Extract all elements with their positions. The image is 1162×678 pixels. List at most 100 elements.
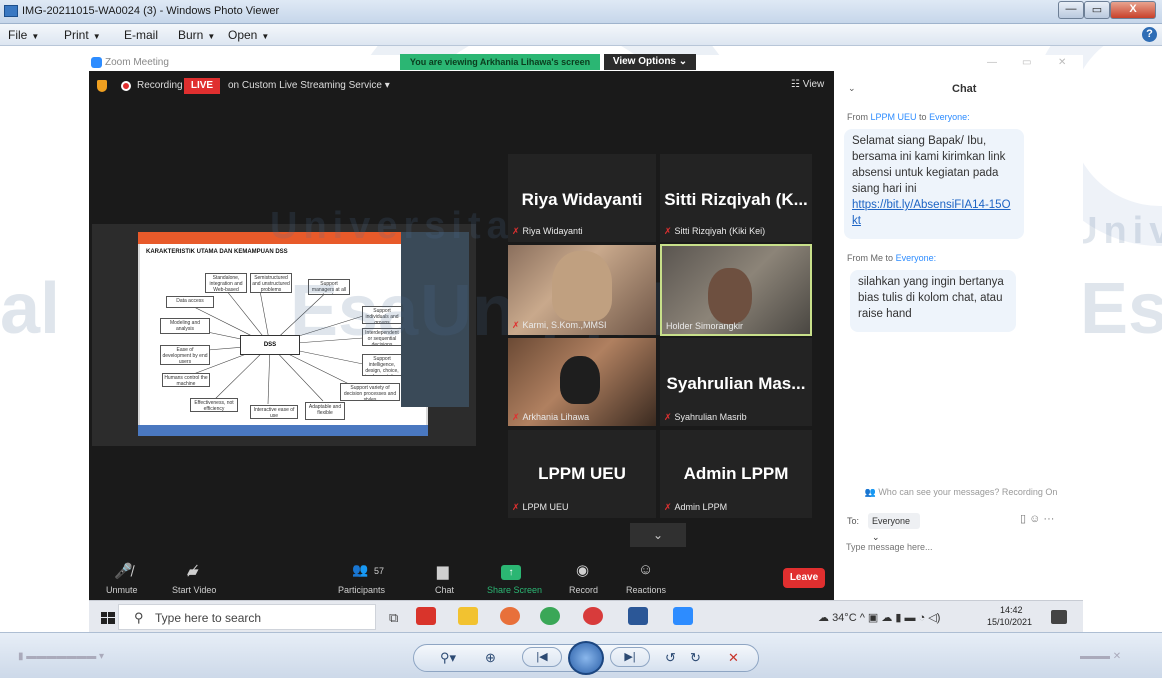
slide-box: Ease of development by end users (160, 345, 210, 365)
menu-burn[interactable]: Burn ▼ (178, 28, 215, 42)
weather-icon: ☁ (818, 612, 833, 624)
video-off-icon[interactable]: ▰̸ (187, 562, 199, 580)
participant-tile[interactable]: Admin LPPM ✗ Admin LPPM (660, 430, 812, 518)
weather-temp[interactable]: 34°C (832, 612, 857, 624)
chat-icon[interactable]: ▆ (437, 562, 449, 580)
menu-print-label: Print (64, 28, 89, 42)
acrobat-icon[interactable] (416, 607, 436, 625)
slide-box: Effectiveness, not efficiency (190, 398, 238, 412)
chat-collapse-icon[interactable]: ⌄ (848, 83, 856, 94)
task-view-icon[interactable]: ⧉ (389, 610, 398, 626)
participant-video-active[interactable]: Holder Simorangkir (660, 244, 812, 336)
reactions-icon[interactable]: ☺ (638, 561, 653, 578)
chrome-icon[interactable] (540, 607, 560, 625)
participant-name: Syahrulian Mas... (666, 374, 806, 393)
participants-icon[interactable]: 👥 (352, 562, 368, 578)
notification-icon[interactable] (1051, 610, 1067, 624)
participant-name: Admin LPPM (683, 464, 789, 483)
menu-print[interactable]: Print ▼ (64, 28, 101, 42)
share-screen-button[interactable]: Share Screen (487, 585, 542, 595)
slideshow-button[interactable] (568, 641, 604, 675)
taskbar-search-placeholder[interactable]: Type here to search (155, 611, 261, 625)
record-icon[interactable]: ◉ (576, 561, 589, 579)
mic-muted-icon[interactable]: 🎤̸ (114, 562, 133, 580)
zoom-icon[interactable]: ⚲▾ (440, 650, 456, 666)
participant-name: Sitti Rizqiyah (K... (664, 190, 808, 209)
participant-video[interactable]: ✗ Arkhania Lihawa (508, 338, 656, 426)
gallery-next-button[interactable]: ⌄ (630, 523, 686, 547)
participant-tile[interactable]: Riya Widayanti ✗ Riya Widayanti (508, 154, 656, 242)
chat-message-header: From LPPM UEU to Everyone: (847, 112, 970, 122)
recording-label: Recording (137, 80, 183, 91)
participant-name: Riya Widayanti (521, 190, 643, 209)
more-icon[interactable]: ··· (1043, 513, 1054, 525)
close-button[interactable]: X (1110, 1, 1156, 19)
recipient-name: Everyone: (895, 253, 937, 263)
blurred-taskbar-item: ▬▬▬ ✕ (1080, 651, 1122, 662)
previous-button[interactable]: |◀ (522, 647, 562, 667)
sender-name: Me (870, 253, 884, 263)
word-icon[interactable] (628, 607, 648, 625)
slide-footer-bar (138, 425, 428, 436)
rotate-left-icon[interactable]: ↺ (665, 650, 676, 666)
to-word: to (919, 112, 927, 122)
app-icon[interactable] (583, 607, 603, 625)
participant-tile[interactable]: Sitti Rizqiyah (K... ✗ Sitti Rizqiyah (Ki… (660, 154, 812, 242)
menu-open-label: Open (228, 28, 258, 42)
tray-icons[interactable]: ^ ▣ ☁ ▮ ▬ ◔ ◁) (860, 612, 941, 624)
view-button[interactable]: ☷ View (791, 79, 824, 90)
mic-muted-icon: ✗ (512, 320, 520, 330)
photo-viewer-app-icon (4, 5, 18, 17)
participant-label: ✗ Karmi, S.Kom.,MMSI (512, 320, 607, 331)
chat-visibility-hint[interactable]: 👥 Who can see your messages? Recording O… (846, 487, 1076, 498)
participant-name: LPPM UEU (538, 464, 626, 483)
live-stream-menu[interactable]: on Custom Live Streaming Service ▾ (228, 80, 390, 91)
emoji-icon[interactable]: ☺ (1029, 513, 1040, 525)
chat-button[interactable]: Chat (435, 585, 454, 595)
minimize-icon[interactable]: — (987, 57, 997, 68)
menu-open[interactable]: Open ▼ (228, 28, 269, 42)
record-button[interactable]: Record (569, 585, 598, 595)
clock-date[interactable]: 15/10/2021 (987, 617, 1032, 627)
recipient-name: Everyone: (929, 112, 970, 122)
chat-message-text: Selamat siang Bapak/ Ibu, bersama ini ka… (852, 135, 1006, 195)
next-button[interactable]: ▶| (610, 647, 650, 667)
start-video-button[interactable]: Start Video (172, 585, 216, 595)
participants-button[interactable]: Participants (338, 585, 385, 595)
chat-message-text: silahkan yang ingin bertanya bias tulis … (858, 276, 1004, 320)
windows-start-icon[interactable] (101, 612, 115, 624)
chat-link[interactable]: https://bit.ly/AbsensiFIA14-15Okt (852, 199, 1011, 227)
clock-time[interactable]: 14:42 (1000, 605, 1023, 615)
leave-button[interactable]: Leave (783, 568, 825, 588)
viewing-banner: You are viewing Arkhania Lihawa's screen (400, 54, 600, 70)
delete-icon[interactable]: ✕ (728, 650, 739, 666)
participant-tile[interactable]: LPPM UEU ✗ LPPM UEU (508, 430, 656, 518)
file-explorer-icon[interactable] (458, 607, 478, 625)
actual-size-icon[interactable]: ⊕ (485, 650, 496, 666)
menu-file[interactable]: File ▼ (8, 28, 39, 42)
chat-message-input[interactable] (846, 539, 1076, 555)
reactions-button[interactable]: Reactions (626, 585, 666, 595)
participant-label-text: Syahrulian Masrib (674, 412, 747, 422)
unmute-button[interactable]: Unmute (106, 585, 138, 595)
zoom-icon[interactable] (673, 607, 693, 625)
firefox-icon[interactable] (500, 607, 520, 625)
maximize-button[interactable]: ▭ (1084, 1, 1110, 19)
close-icon[interactable]: ✕ (1058, 57, 1066, 68)
rotate-right-icon[interactable]: ↻ (690, 650, 701, 666)
help-icon[interactable]: ? (1142, 27, 1157, 42)
slide-box: Interactive ease of use (250, 405, 298, 419)
view-options-button[interactable]: View Options ⌄ (604, 54, 696, 70)
participant-tile[interactable]: Syahrulian Mas... ✗ Syahrulian Masrib (660, 338, 812, 426)
menu-email[interactable]: E-mail (124, 28, 158, 42)
sender-name[interactable]: LPPM UEU (871, 112, 917, 122)
participant-video[interactable]: ✗ Karmi, S.Kom.,MMSI (508, 245, 656, 335)
chat-recipient-select[interactable]: Everyone ⌄ (868, 513, 920, 542)
to-word: to (885, 253, 894, 263)
maximize-icon[interactable]: ▭ (1022, 57, 1031, 68)
participant-photo (552, 251, 612, 321)
minimize-button[interactable]: — (1058, 1, 1084, 19)
security-shield-icon[interactable] (97, 80, 107, 92)
share-screen-icon[interactable]: ↑ (501, 565, 521, 580)
file-icon[interactable]: ▯ (1020, 513, 1026, 525)
